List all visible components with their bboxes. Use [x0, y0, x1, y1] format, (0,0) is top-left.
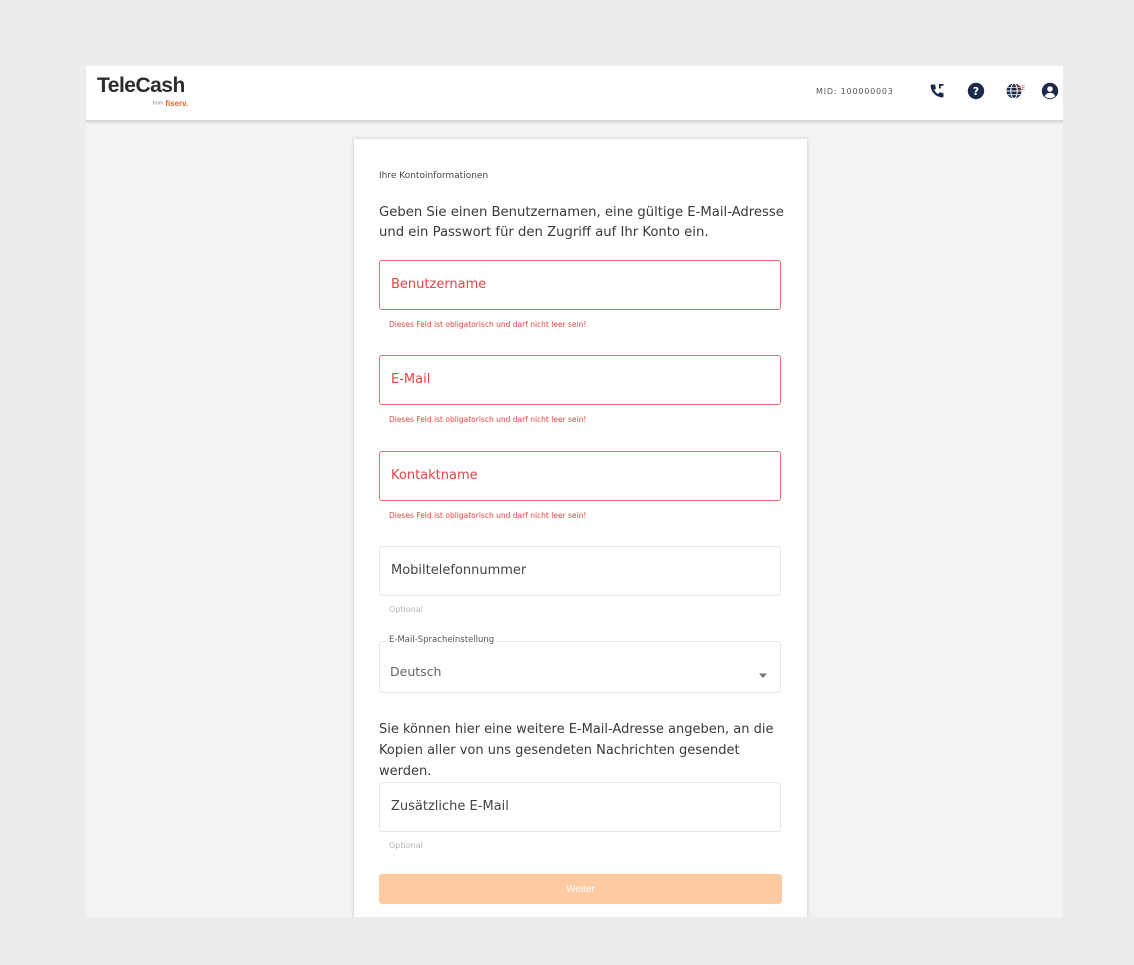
contact-name-label: Kontaktname	[391, 468, 478, 483]
help-icon[interactable]: ?	[966, 81, 986, 101]
continue-button[interactable]: Weiter	[379, 874, 782, 904]
logo-from-text: from	[153, 100, 163, 107]
username-error-message: Dieses Feld ist obligatorisch und darf n…	[389, 320, 587, 329]
phone-icon[interactable]	[927, 81, 947, 101]
username-label: Benutzername	[391, 277, 487, 292]
mobile-phone-label: Mobiltelefonnummer	[391, 563, 527, 578]
logo-fiserv-text: fiserv.	[165, 99, 189, 108]
additional-email-field[interactable]: Zusätzliche E-Mail	[379, 782, 781, 832]
additional-email-info-text: Sie können hier eine weitere E-Mail-Adre…	[379, 722, 774, 779]
merchant-id-label: MID: 100000003	[816, 87, 894, 96]
intro-text: Geben Sie einen Benutzernamen, eine gült…	[379, 205, 784, 240]
email-label: E-Mail	[391, 372, 431, 387]
language-code-label: DE	[1017, 86, 1026, 92]
telecash-logo[interactable]: TeleCash from fiserv.	[97, 74, 188, 109]
user-account-icon[interactable]	[1040, 81, 1060, 101]
section-title: Ihre Kontoinformationen	[379, 171, 489, 181]
email-language-select[interactable]: E-Mail-Spracheinstellung Deutsch	[379, 635, 781, 693]
username-field[interactable]: Benutzername	[379, 260, 781, 310]
language-globe-icon[interactable]: DE	[1005, 81, 1025, 101]
email-error-message: Dieses Feld ist obligatorisch und darf n…	[389, 415, 587, 424]
email-language-label: E-Mail-Spracheinstellung	[387, 635, 497, 645]
contact-name-error-message: Dieses Feld ist obligatorisch und darf n…	[389, 511, 587, 520]
chevron-down-icon	[758, 664, 768, 683]
mobile-phone-hint: Optional	[389, 605, 423, 614]
contact-name-field[interactable]: Kontaktname	[379, 451, 781, 501]
logo-tagline: from fiserv.	[153, 99, 188, 108]
svg-text:?: ?	[973, 85, 979, 98]
additional-email-label: Zusätzliche E-Mail	[391, 799, 509, 814]
logo-wordmark: TeleCash	[97, 74, 185, 97]
additional-email-hint: Optional	[389, 841, 423, 850]
top-navigation-bar: TeleCash from fiserv. MID: 100000003 ? D…	[86, 66, 1063, 122]
mobile-phone-field[interactable]: Mobiltelefonnummer	[379, 546, 781, 596]
email-language-value: Deutsch	[390, 664, 442, 679]
account-info-form-card: Ihre Kontoinformationen Geben Sie einen …	[354, 139, 807, 917]
email-field[interactable]: E-Mail	[379, 355, 781, 405]
app-window: TeleCash from fiserv. MID: 100000003 ? D…	[86, 66, 1063, 917]
